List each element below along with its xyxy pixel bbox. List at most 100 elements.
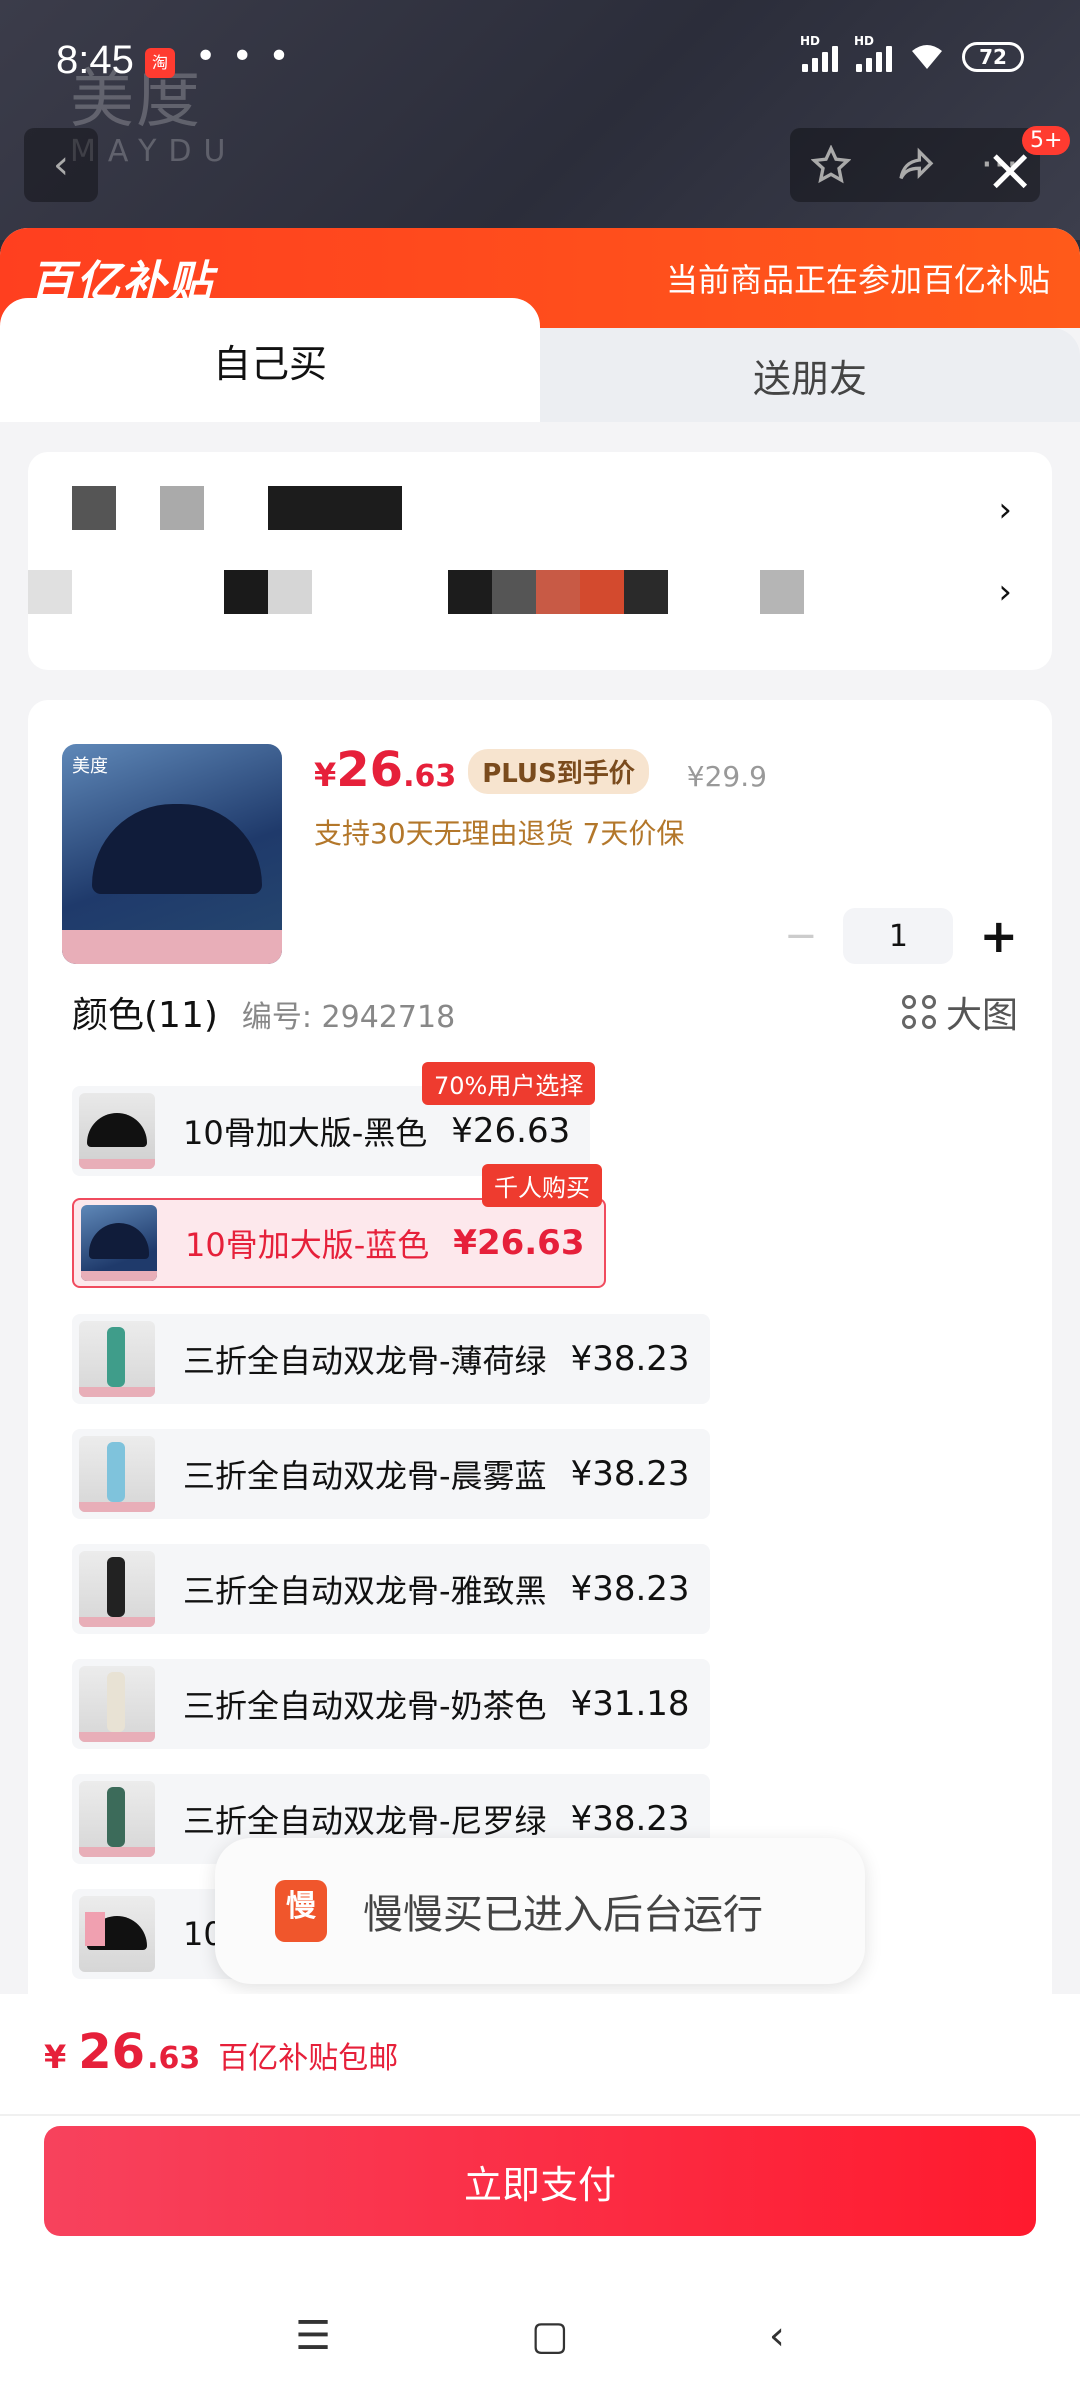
purchase-sheet: 百亿补贴 当前商品正在参加百亿补贴 自己买 送朋友 › › 美度 ¥26.63	[0, 228, 1080, 2400]
chevron-left-icon: ‹	[53, 142, 69, 188]
redacted-block	[492, 570, 536, 614]
redacted-block	[224, 570, 268, 614]
option-price: ¥38.23	[570, 1799, 690, 1839]
big-image-toggle[interactable]: 大图	[901, 986, 1018, 1038]
address-card[interactable]: › ›	[28, 452, 1052, 670]
status-right: HD HD 72	[800, 34, 1024, 72]
redacted-block	[760, 570, 804, 614]
tab-gift-friend[interactable]: 送朋友	[540, 328, 1080, 422]
menu-icon[interactable]: ☰	[295, 2313, 331, 2359]
total-price: ¥ 26 .63 百亿补贴包邮	[44, 2024, 398, 2080]
redacted-block	[580, 570, 624, 614]
total-price-decimal: .63	[147, 2041, 201, 2076]
option-label: 三折全自动双龙骨-奶茶色	[183, 1687, 547, 1725]
option-thumb	[81, 1205, 157, 1281]
address-arrow-icon[interactable]: ›	[998, 572, 1012, 612]
option-tag: 千人购买	[482, 1164, 602, 1207]
toast-text: 慢慢买已进入后台运行	[363, 1892, 763, 1938]
big-image-label: 大图	[945, 995, 1018, 1036]
purchase-tabs: 自己买 送朋友	[0, 298, 1080, 422]
original-price: ¥29.9	[686, 760, 767, 793]
product-code: 编号: 2942718	[241, 1000, 456, 1035]
total-price-symbol: ¥	[44, 2038, 67, 2076]
redacted-block	[536, 570, 580, 614]
color-header: 颜色(11) 编号: 2942718	[72, 986, 455, 1038]
option-price: ¥26.63	[451, 1111, 571, 1151]
option-price: ¥38.23	[570, 1569, 690, 1609]
share-icon[interactable]	[894, 145, 938, 185]
back-nav-icon[interactable]: ‹	[769, 2313, 785, 2359]
redacted-block	[448, 570, 492, 614]
price-symbol: ¥	[314, 756, 337, 794]
quantity-input[interactable]: 1	[843, 908, 954, 964]
redacted-block	[160, 486, 204, 530]
option-thumb	[79, 1781, 155, 1857]
grid-icon	[901, 995, 936, 1029]
color-option[interactable]: 三折全自动双龙骨-薄荷绿 ¥38.23	[72, 1314, 710, 1404]
image-footer-strip	[62, 930, 282, 964]
plus-price-tag: PLUS到手价	[468, 749, 649, 794]
address-arrow-icon[interactable]: ›	[998, 490, 1012, 530]
quantity-minus-button[interactable]: −	[784, 913, 818, 959]
option-thumb	[79, 1666, 155, 1742]
taobao-app-icon: 淘	[145, 48, 175, 78]
option-tag: 70%用户选择	[422, 1062, 596, 1105]
option-label: 10骨加大版-蓝色	[185, 1226, 430, 1264]
option-label: 三折全自动双龙骨-晨雾蓝	[183, 1457, 547, 1495]
status-dots: • • •	[195, 36, 292, 77]
tab-buy-self[interactable]: 自己买	[0, 298, 540, 422]
option-price: ¥26.63	[453, 1223, 585, 1263]
option-thumb	[79, 1551, 155, 1627]
price-decimal: .63	[403, 759, 457, 794]
option-label: 三折全自动双龙骨-尼罗绿	[183, 1802, 547, 1840]
color-title: 颜色(11)	[72, 995, 218, 1036]
product-image-brand: 美度	[72, 756, 108, 777]
guarantee-text: 支持30天无理由退货 7天价保	[314, 817, 685, 850]
redacted-block	[624, 570, 668, 614]
color-option-selected[interactable]: 10骨加大版-蓝色 ¥26.63	[72, 1198, 607, 1288]
option-thumb	[79, 1896, 155, 1972]
wifi-icon	[912, 45, 942, 69]
total-price-integer: 26	[78, 2024, 146, 2080]
background-toast: 慢 慢慢买已进入后台运行	[215, 1838, 865, 1984]
redacted-block	[268, 486, 402, 530]
quantity-stepper: − 1 +	[784, 908, 1018, 964]
system-navbar: ☰ ▢ ‹	[0, 2294, 1080, 2378]
option-label: 10骨加大版-黑色	[183, 1114, 428, 1152]
status-time: 8:45	[56, 38, 134, 82]
signal-icon-2: HD	[854, 34, 892, 72]
price-line: ¥26.63 PLUS到手价 ¥29.9	[314, 742, 767, 798]
color-option[interactable]: 三折全自动双龙骨-雅致黑 ¥38.23	[72, 1544, 710, 1634]
hd-label-2: HD	[854, 34, 875, 48]
close-icon[interactable]: ×	[985, 140, 1035, 200]
star-icon[interactable]	[811, 145, 852, 185]
umbrella-graphic	[92, 804, 262, 894]
color-option[interactable]: 三折全自动双龙骨-奶茶色 ¥31.18	[72, 1659, 710, 1749]
price-integer: 26	[336, 742, 404, 798]
back-button[interactable]: ‹	[24, 128, 98, 202]
option-price: ¥38.23	[570, 1454, 690, 1494]
redacted-block	[72, 486, 116, 530]
home-icon[interactable]: ▢	[531, 2313, 569, 2359]
option-price: ¥38.23	[570, 1339, 690, 1379]
option-thumb	[79, 1436, 155, 1512]
color-option[interactable]: 三折全自动双龙骨-晨雾蓝 ¥38.23	[72, 1429, 710, 1519]
shipping-note: 百亿补贴包邮	[218, 2041, 399, 2076]
current-price: ¥26.63	[314, 742, 456, 798]
option-thumb	[79, 1321, 155, 1397]
option-label: 三折全自动双龙骨-薄荷绿	[183, 1342, 547, 1380]
subsidy-note: 当前商品正在参加百亿补贴	[665, 261, 1050, 299]
option-price: ¥31.18	[570, 1684, 690, 1724]
divider	[0, 2114, 1080, 2116]
redacted-block	[28, 570, 72, 614]
battery-icon: 72	[962, 42, 1024, 72]
option-label: 三折全自动双龙骨-雅致黑	[183, 1572, 547, 1610]
pay-now-button[interactable]: 立即支付	[44, 2126, 1036, 2236]
checkout-panel: ¥ 26 .63 百亿补贴包邮 立即支付 ☰ ▢ ‹	[0, 1994, 1080, 2400]
redacted-block	[268, 570, 312, 614]
manmanmai-app-icon: 慢	[275, 1880, 327, 1942]
hd-label-1: HD	[800, 34, 821, 48]
option-thumb	[79, 1093, 155, 1169]
product-image[interactable]: 美度	[62, 744, 282, 964]
quantity-plus-button[interactable]: +	[979, 909, 1018, 963]
